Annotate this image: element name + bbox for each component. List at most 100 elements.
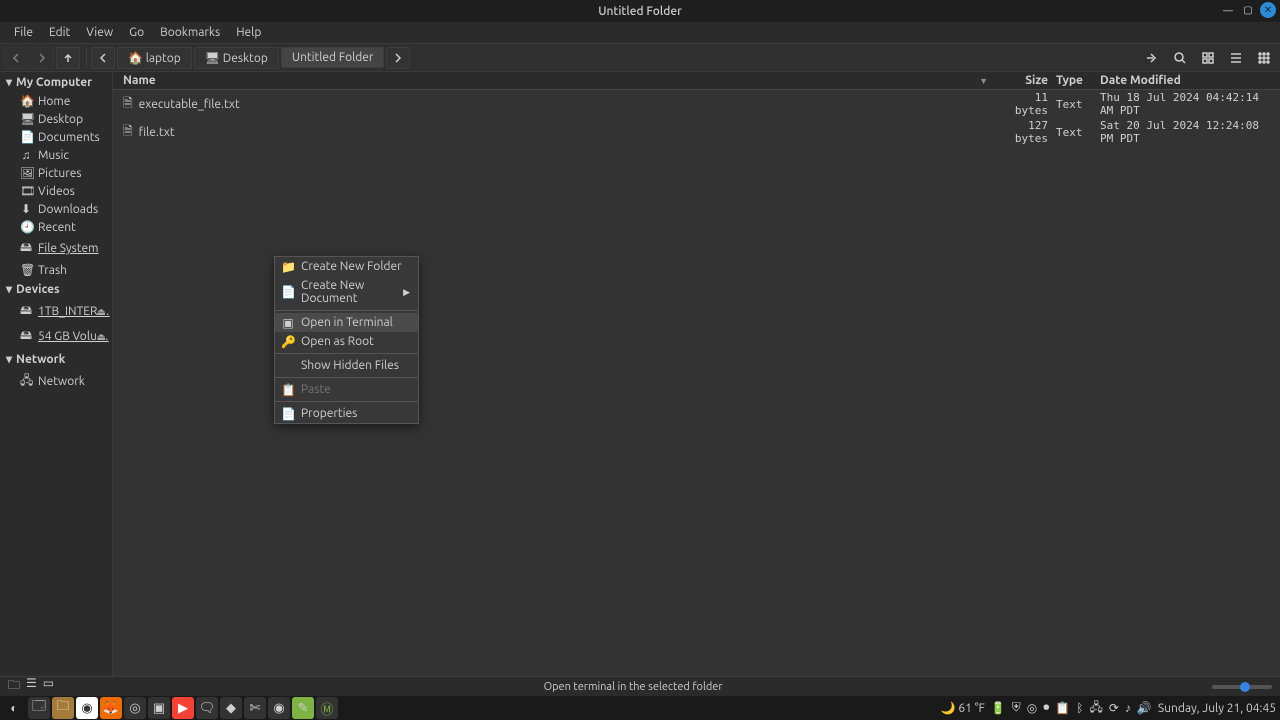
context-menu-separator (275, 353, 418, 354)
file-row[interactable]: 🗎executable_file.txt11 bytesTextThu 18 J… (113, 90, 1280, 118)
app-kdenlive[interactable]: ✄ (244, 697, 266, 719)
context-menu-properties[interactable]: 📄Properties (275, 404, 418, 423)
column-name[interactable]: Name (123, 74, 979, 87)
tray-clipboard-icon[interactable]: 📋 (1055, 701, 1070, 715)
sidebar-section-devices[interactable]: ▾ Devices (0, 279, 112, 299)
icon-view-button[interactable] (1196, 47, 1220, 69)
file-type: Text (1056, 126, 1100, 139)
tray-weather[interactable]: 🌙 61 °F (941, 701, 985, 715)
app-generic-1[interactable]: ▣ (148, 697, 170, 719)
breadcrumb-untitled-folder[interactable]: Untitled Folder (281, 47, 385, 68)
menu-file[interactable]: File (6, 24, 41, 41)
statusbar: 🗀 ☰ ▭ Open terminal in the selected fold… (0, 676, 1280, 696)
menu-go[interactable]: Go (121, 24, 152, 41)
menu-item-icon: 📄 (281, 407, 295, 421)
app-discord[interactable]: 🗨 (196, 697, 218, 719)
sidebar-item-recent[interactable]: 🕘Recent (0, 218, 112, 236)
tray-nvidia-icon[interactable]: ◎ (1027, 701, 1037, 715)
column-type[interactable]: Type (1056, 74, 1100, 87)
window-title: Untitled Folder (598, 5, 682, 18)
list-view-button[interactable] (1224, 47, 1248, 69)
tray-bluetooth-icon[interactable]: ᛒ (1076, 702, 1083, 715)
show-treeview-icon[interactable]: ☰ (26, 676, 37, 697)
menu-edit[interactable]: Edit (41, 24, 78, 41)
app-media[interactable]: ▶ (172, 697, 194, 719)
context-menu-create-new-document[interactable]: 📄Create New Document▶ (275, 276, 418, 308)
place-icon: 🕘 (20, 220, 32, 234)
sidebar-item-videos[interactable]: 🎞Videos (0, 182, 112, 200)
tray-shield-icon[interactable]: ⛨ (1012, 701, 1021, 715)
context-menu-show-hidden-files[interactable]: Show Hidden Files (275, 356, 418, 375)
menubar: File Edit View Go Bookmarks Help (0, 22, 1280, 44)
app-show-desktop[interactable]: 🗔 (28, 697, 50, 719)
app-steam[interactable]: ◎ (124, 697, 146, 719)
tray-network-icon[interactable]: 🖧 (1089, 698, 1102, 719)
up-button[interactable] (56, 47, 80, 69)
sidebar-item-home[interactable]: 🏠Home (0, 92, 112, 110)
path-forward-button[interactable] (386, 47, 410, 69)
tray-record-icon[interactable]: ⏺ (1043, 701, 1049, 715)
place-icon: 🎞 (20, 184, 32, 198)
sidebar-item-trash[interactable]: 🗑Trash (0, 261, 112, 279)
menu-view[interactable]: View (78, 24, 121, 41)
app-obs[interactable]: ◉ (268, 697, 290, 719)
hide-sidebar-icon[interactable]: ▭ (43, 676, 54, 697)
file-row[interactable]: 🗎file.txt127 bytesTextSat 20 Jul 2024 12… (113, 118, 1280, 146)
file-icon: 🗎 (123, 94, 133, 115)
zoom-slider[interactable] (1212, 685, 1272, 689)
tray-updates-icon[interactable]: ⟳ (1109, 701, 1119, 715)
start-menu-button[interactable]: ◐ (4, 698, 24, 718)
file-name: file.txt (139, 126, 175, 139)
place-icon: 🏠 (20, 94, 32, 108)
column-date[interactable]: Date Modified (1100, 74, 1270, 87)
window-titlebar: Untitled Folder — ▢ ✕ (0, 0, 1280, 22)
sort-indicator-icon: ▼ (979, 76, 988, 86)
context-menu-open-in-terminal[interactable]: ▣Open in Terminal (275, 313, 418, 332)
sidebar-item-network[interactable]: 🖧Network (0, 369, 112, 394)
maximize-button[interactable]: ▢ (1240, 2, 1256, 18)
sidebar-item-desktop[interactable]: 🖥Desktop (0, 110, 112, 128)
compact-view-button[interactable] (1252, 47, 1276, 69)
sidebar-item-documents[interactable]: 📄Documents (0, 128, 112, 146)
path-back-button[interactable] (91, 47, 115, 69)
menu-item-icon: 🔑 (281, 335, 295, 349)
tray-volume-icon[interactable]: 🔊 (1137, 701, 1152, 715)
tray-battery-icon[interactable]: 🔋 (991, 701, 1006, 715)
status-message: Open terminal in the selected folder (54, 681, 1212, 693)
sidebar-item-54-gb-volu-[interactable]: 🖴54 GB Volu… (0, 324, 112, 349)
sidebar-item-downloads[interactable]: ⬇Downloads (0, 200, 112, 218)
sidebar-section-my-computer[interactable]: ▾ My Computer (0, 72, 112, 92)
menu-help[interactable]: Help (228, 24, 269, 41)
file-size: 127 bytes (996, 119, 1056, 145)
toggle-location-button[interactable] (1140, 47, 1164, 69)
app-files[interactable]: 🗀 (52, 697, 74, 719)
close-button[interactable]: ✕ (1260, 2, 1276, 18)
app-chrome[interactable]: ◉ (76, 697, 98, 719)
sidebar-item-1tb-inter-[interactable]: 🖴1TB_INTER… (0, 299, 112, 324)
sidebar-section-network[interactable]: ▾ Network (0, 349, 112, 369)
breadcrumb-laptop[interactable]: 🏠 laptop (117, 47, 192, 69)
tray-clock[interactable]: Sunday, July 21, 04:45 (1158, 702, 1276, 715)
column-header[interactable]: Name ▼ Size Type Date Modified (113, 72, 1280, 90)
sidebar-item-music[interactable]: ♫Music (0, 146, 112, 164)
breadcrumb-desktop[interactable]: 🖥 Desktop (194, 47, 279, 69)
app-firefox[interactable]: 🦊 (100, 697, 122, 719)
menu-item-icon: 📄 (281, 285, 295, 299)
sidebar-item-file-system[interactable]: 🖴File System (0, 236, 112, 261)
minimize-button[interactable]: — (1220, 2, 1236, 18)
app-generic-2[interactable]: ◆ (220, 697, 242, 719)
menu-bookmarks[interactable]: Bookmarks (152, 24, 228, 41)
search-button[interactable] (1168, 47, 1192, 69)
place-icon: ⬇ (20, 202, 32, 216)
back-button[interactable] (4, 47, 28, 69)
sidebar-item-pictures[interactable]: 🖼Pictures (0, 164, 112, 182)
context-menu-open-as-root[interactable]: 🔑Open as Root (275, 332, 418, 351)
show-places-icon[interactable]: 🗀 (8, 676, 20, 697)
tray-music-icon[interactable]: ♪ (1125, 701, 1131, 715)
column-size[interactable]: Size (996, 74, 1056, 87)
chevron-down-icon: ▾ (6, 75, 12, 89)
context-menu-create-new-folder[interactable]: 📁Create New Folder (275, 257, 418, 276)
forward-button[interactable] (30, 47, 54, 69)
app-glade[interactable]: ✎ (292, 697, 314, 719)
app-mint[interactable]: Ⓜ (316, 697, 338, 719)
